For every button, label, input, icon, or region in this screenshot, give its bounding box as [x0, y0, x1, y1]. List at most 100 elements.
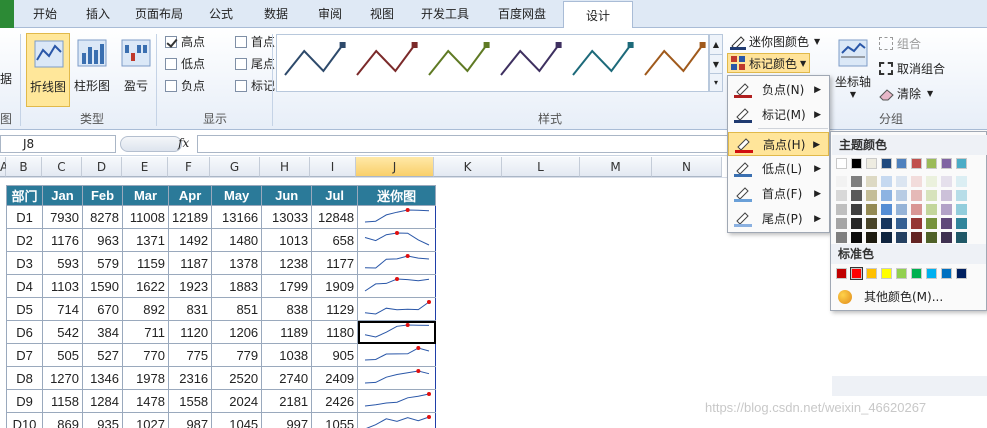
- theme-shade-swatch[interactable]: [896, 218, 907, 229]
- value-cell[interactable]: 1159: [122, 251, 169, 275]
- tab-item[interactable]: 公式: [195, 0, 247, 28]
- value-cell[interactable]: 1206: [211, 320, 263, 344]
- theme-shade-swatch[interactable]: [926, 190, 937, 201]
- theme-shade-swatch[interactable]: [941, 204, 952, 215]
- value-cell[interactable]: 1492: [167, 228, 213, 252]
- theme-shade-swatch[interactable]: [866, 218, 877, 229]
- value-cell[interactable]: 997: [261, 412, 313, 428]
- value-cell[interactable]: 987: [167, 412, 213, 428]
- sparkline-cell[interactable]: [357, 297, 437, 321]
- theme-shade-swatch[interactable]: [926, 204, 937, 215]
- value-cell[interactable]: 1371: [122, 228, 169, 252]
- theme-shade-swatch[interactable]: [941, 218, 952, 229]
- column-header[interactable]: K: [434, 157, 502, 177]
- tab-item[interactable]: 开始: [20, 0, 70, 28]
- theme-shade-swatch[interactable]: [896, 190, 907, 201]
- theme-shade-swatch[interactable]: [851, 218, 862, 229]
- column-header[interactable]: J: [356, 157, 434, 177]
- theme-color-swatch[interactable]: [956, 158, 967, 169]
- marker-menu-item[interactable]: 首点(F) ▶: [728, 182, 829, 206]
- value-cell[interactable]: 2520: [211, 366, 263, 390]
- sparkline-cell[interactable]: [357, 320, 437, 344]
- value-cell[interactable]: 869: [42, 412, 83, 428]
- theme-shade-swatch[interactable]: [941, 176, 952, 187]
- theme-shade-swatch[interactable]: [851, 204, 862, 215]
- tab-item[interactable]: 百度网盘: [486, 0, 558, 28]
- value-cell[interactable]: 779: [211, 343, 263, 367]
- value-cell[interactable]: 1177: [311, 251, 359, 275]
- column-header[interactable]: C: [42, 157, 82, 177]
- value-cell[interactable]: 1346: [82, 366, 123, 390]
- value-cell[interactable]: 714: [42, 297, 83, 321]
- theme-shade-swatch[interactable]: [926, 218, 937, 229]
- clear-button[interactable]: 清除 ▼: [877, 84, 957, 104]
- gallery-up-icon[interactable]: ▲: [710, 35, 722, 54]
- dept-cell[interactable]: D7: [6, 343, 43, 367]
- standard-color-swatch[interactable]: [896, 268, 907, 279]
- checkbox-box[interactable]: [165, 58, 177, 70]
- value-cell[interactable]: 2740: [261, 366, 313, 390]
- marker-color-button[interactable]: 标记颜色 ▼: [727, 53, 810, 73]
- value-cell[interactable]: 1978: [122, 366, 169, 390]
- theme-shade-swatch[interactable]: [926, 176, 937, 187]
- sparkline-color-button[interactable]: 迷你图颜色 ▼: [728, 32, 824, 52]
- value-cell[interactable]: 1480: [211, 228, 263, 252]
- checkbox-box[interactable]: [165, 80, 177, 92]
- column-header[interactable]: L: [502, 157, 580, 177]
- marker-menu-item[interactable]: 高点(H) ▶: [728, 132, 829, 156]
- value-cell[interactable]: 1120: [167, 320, 213, 344]
- theme-shade-swatch[interactable]: [896, 204, 907, 215]
- value-cell[interactable]: 658: [311, 228, 359, 252]
- gallery-style-line[interactable]: [284, 44, 344, 76]
- sparkline-cell[interactable]: [357, 205, 437, 229]
- standard-color-swatch[interactable]: [850, 267, 863, 280]
- dept-cell[interactable]: D5: [6, 297, 43, 321]
- sparkline-cell[interactable]: [357, 412, 437, 428]
- theme-shade-swatch[interactable]: [881, 190, 892, 201]
- show-checkbox[interactable]: 高点: [165, 32, 205, 52]
- theme-shade-swatch[interactable]: [911, 204, 922, 215]
- insert-function-icon[interactable]: fx: [178, 136, 189, 150]
- column-header[interactable]: E: [122, 157, 168, 177]
- checkbox-box[interactable]: [235, 58, 247, 70]
- value-cell[interactable]: 1622: [122, 274, 169, 298]
- theme-shade-swatch[interactable]: [881, 176, 892, 187]
- sparkline-style-gallery[interactable]: [276, 34, 709, 92]
- sparkline-cell[interactable]: [357, 228, 437, 252]
- show-checkbox[interactable]: 低点: [165, 54, 205, 74]
- theme-shade-swatch[interactable]: [851, 190, 862, 201]
- theme-color-swatch[interactable]: [896, 158, 907, 169]
- theme-shade-swatch[interactable]: [866, 204, 877, 215]
- dept-cell[interactable]: D3: [6, 251, 43, 275]
- value-cell[interactable]: 527: [82, 343, 123, 367]
- value-cell[interactable]: 11008: [122, 205, 169, 229]
- dept-cell[interactable]: D1: [6, 205, 43, 229]
- dept-cell[interactable]: D8: [6, 366, 43, 390]
- standard-color-swatch[interactable]: [941, 268, 952, 279]
- tab-design[interactable]: 设计: [563, 1, 633, 29]
- marker-menu-item[interactable]: 低点(L) ▶: [728, 157, 829, 181]
- checkbox-box[interactable]: [165, 36, 177, 48]
- theme-shade-swatch[interactable]: [881, 218, 892, 229]
- theme-shade-swatch[interactable]: [956, 204, 967, 215]
- theme-color-swatch[interactable]: [911, 158, 922, 169]
- theme-shade-swatch[interactable]: [911, 176, 922, 187]
- value-cell[interactable]: 1284: [82, 389, 123, 413]
- value-cell[interactable]: 1129: [311, 297, 359, 321]
- value-cell[interactable]: 1055: [311, 412, 359, 428]
- value-cell[interactable]: 1923: [167, 274, 213, 298]
- value-cell[interactable]: 1590: [82, 274, 123, 298]
- tab-item[interactable]: 数据: [251, 0, 301, 28]
- gallery-more-icon[interactable]: ▾: [710, 73, 722, 91]
- value-cell[interactable]: 1799: [261, 274, 313, 298]
- theme-shade-swatch[interactable]: [896, 176, 907, 187]
- standard-color-swatch[interactable]: [836, 268, 847, 279]
- theme-shade-swatch[interactable]: [956, 190, 967, 201]
- value-cell[interactable]: 1189: [261, 320, 313, 344]
- value-cell[interactable]: 1378: [211, 251, 263, 275]
- theme-shade-swatch[interactable]: [836, 176, 847, 187]
- marker-menu-item[interactable]: 尾点(P) ▶: [728, 207, 829, 231]
- tab-item[interactable]: 插入: [73, 0, 123, 28]
- value-cell[interactable]: 851: [211, 297, 263, 321]
- value-cell[interactable]: 1558: [167, 389, 213, 413]
